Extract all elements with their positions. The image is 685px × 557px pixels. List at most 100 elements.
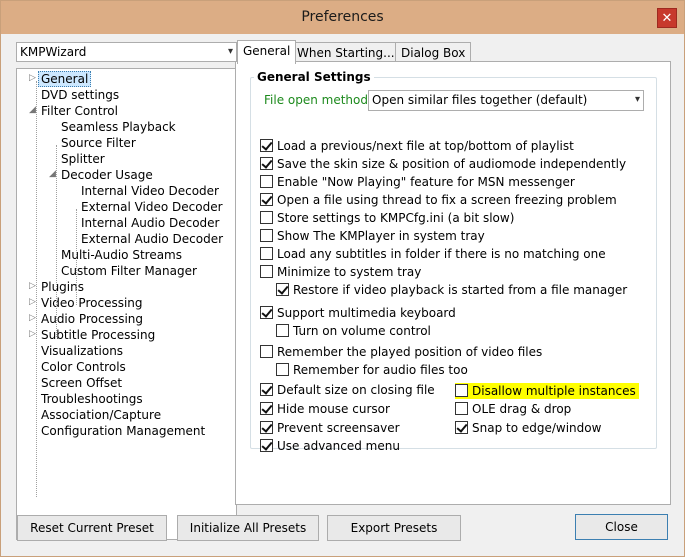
chevron-down-icon: ▾	[634, 94, 640, 105]
unchecked-box-icon[interactable]	[260, 229, 273, 242]
group-title: General Settings	[254, 70, 374, 84]
collapsed-arrow-icon[interactable]: ▷	[29, 73, 36, 83]
tree-item[interactable]: External Audio Decoder	[81, 231, 223, 247]
option-label: Load any subtitles in folder if there is…	[277, 247, 606, 261]
tree-item[interactable]: Internal Audio Decoder	[81, 215, 219, 231]
checked-box-icon[interactable]	[260, 439, 273, 452]
tree-item[interactable]: Seamless Playback	[61, 119, 176, 135]
preset-select[interactable]: KMPWizard ▾	[16, 42, 237, 62]
option-checkbox[interactable]: Use advanced menu	[260, 438, 400, 454]
checked-box-icon[interactable]	[260, 402, 273, 415]
tree-item[interactable]: Visualizations	[41, 343, 123, 359]
export-presets-button[interactable]: Export Presets	[327, 515, 461, 541]
option-checkbox[interactable]: Support multimedia keyboard	[260, 305, 456, 321]
tab-panel-general: General Settings File open method: Open …	[235, 61, 671, 505]
option-label: Load a previous/next file at top/bottom …	[277, 139, 574, 153]
option-checkbox[interactable]: Remember the played position of video fi…	[260, 344, 542, 360]
option-label: Turn on volume control	[293, 324, 431, 338]
option-checkbox[interactable]: Enable "Now Playing" feature for MSN mes…	[260, 174, 575, 190]
option-checkbox[interactable]: Show The KMPlayer in system tray	[260, 228, 485, 244]
tree-item[interactable]: Internal Video Decoder	[81, 183, 219, 199]
option-checkbox[interactable]: Store settings to KMPCfg.ini (a bit slow…	[260, 210, 514, 226]
unchecked-box-icon[interactable]	[455, 402, 468, 415]
file-open-method-label: File open method:	[264, 93, 373, 107]
tree-connector	[36, 81, 37, 497]
option-label: Snap to edge/window	[472, 421, 602, 435]
tab-label: Dialog Box	[401, 46, 466, 60]
expanded-arrow-icon[interactable]: ◢	[49, 169, 56, 179]
option-label: Hide mouse cursor	[277, 402, 390, 416]
tab-general[interactable]: General	[237, 40, 297, 64]
tree-item[interactable]: Source Filter	[61, 135, 136, 151]
checked-box-icon[interactable]	[260, 383, 273, 396]
checked-box-icon[interactable]	[260, 139, 273, 152]
option-label: Default size on closing file	[277, 383, 435, 397]
checked-box-icon[interactable]	[276, 283, 289, 296]
option-checkbox[interactable]: Turn on volume control	[276, 323, 431, 339]
option-checkbox[interactable]: OLE drag & drop	[455, 401, 571, 417]
tree-item[interactable]: Association/Capture	[41, 407, 161, 423]
window-title: Preferences	[301, 9, 384, 25]
option-label: Minimize to system tray	[277, 265, 422, 279]
option-checkbox[interactable]: Prevent screensaver	[260, 420, 400, 436]
collapsed-arrow-icon[interactable]: ▷	[29, 281, 36, 291]
tree-item[interactable]: DVD settings	[41, 87, 119, 103]
option-checkbox[interactable]: Load a previous/next file at top/bottom …	[260, 138, 574, 154]
close-button[interactable]: Close	[575, 514, 668, 540]
option-checkbox[interactable]: Minimize to system tray	[260, 264, 421, 280]
option-checkbox[interactable]: Remember for audio files too	[276, 362, 468, 378]
initialize-presets-button[interactable]: Initialize All Presets	[177, 515, 319, 541]
tree-item[interactable]: Custom Filter Manager	[61, 263, 197, 279]
title-bar[interactable]: Preferences ✕	[1, 1, 684, 34]
tab-label: When Starting...	[297, 46, 395, 60]
option-label: Save the skin size & position of audiomo…	[277, 157, 627, 171]
checked-box-icon[interactable]	[260, 157, 273, 170]
tree-item[interactable]: Splitter	[61, 151, 105, 167]
option-checkbox[interactable]: Snap to edge/window	[455, 420, 601, 436]
tree-item[interactable]: Screen Offset	[41, 375, 122, 391]
expanded-arrow-icon[interactable]: ◢	[29, 105, 36, 115]
checked-box-icon[interactable]	[260, 306, 273, 319]
window-close-icon[interactable]: ✕	[657, 8, 677, 28]
unchecked-box-icon[interactable]	[260, 175, 273, 188]
tree-item[interactable]: Multi-Audio Streams	[61, 247, 182, 263]
unchecked-box-icon[interactable]	[260, 345, 273, 358]
option-checkbox[interactable]: Default size on closing file	[260, 382, 435, 398]
option-label: Disallow multiple instances	[472, 384, 636, 398]
tree-item[interactable]: Filter Control	[41, 103, 118, 119]
unchecked-box-icon[interactable]	[260, 247, 273, 260]
tree-item[interactable]: Configuration Management	[41, 423, 205, 439]
tree-item[interactable]: Plugins	[41, 279, 84, 295]
option-label: Prevent screensaver	[277, 421, 400, 435]
tree-item[interactable]: General	[38, 71, 92, 87]
tree-item[interactable]: Decoder Usage	[61, 167, 153, 183]
dialog-client: KMPWizard ▾ ▷ General DVD settings ◢ Filter …	[8, 34, 677, 550]
collapsed-arrow-icon[interactable]: ▷	[29, 297, 36, 307]
option-label: Remember for audio files too	[293, 363, 468, 377]
option-checkbox[interactable]: Disallow multiple instances	[455, 383, 639, 399]
option-label: Open a file using thread to fix a screen…	[277, 193, 617, 207]
reset-preset-button[interactable]: Reset Current Preset	[17, 515, 167, 541]
tree-item[interactable]: Troubleshootings	[41, 391, 143, 407]
checked-box-icon[interactable]	[455, 421, 468, 434]
unchecked-box-icon[interactable]	[455, 384, 468, 397]
option-checkbox[interactable]: Hide mouse cursor	[260, 401, 390, 417]
checked-box-icon[interactable]	[260, 193, 273, 206]
option-checkbox[interactable]: Save the skin size & position of audiomo…	[260, 156, 626, 172]
checked-box-icon[interactable]	[260, 421, 273, 434]
unchecked-box-icon[interactable]	[260, 211, 273, 224]
collapsed-arrow-icon[interactable]: ▷	[29, 313, 36, 323]
collapsed-arrow-icon[interactable]: ▷	[29, 329, 36, 339]
option-checkbox[interactable]: Restore if video playback is started fro…	[276, 282, 627, 298]
tree-connector	[76, 209, 77, 305]
tree-item[interactable]: Color Controls	[41, 359, 126, 375]
unchecked-box-icon[interactable]	[260, 265, 273, 278]
option-checkbox[interactable]: Load any subtitles in folder if there is…	[260, 246, 606, 262]
option-checkbox[interactable]: Open a file using thread to fix a screen…	[260, 192, 617, 208]
unchecked-box-icon[interactable]	[276, 324, 289, 337]
settings-tree[interactable]: ▷ General DVD settings ◢ Filter Control Seaml…	[16, 68, 237, 540]
tree-item[interactable]: External Video Decoder	[81, 199, 223, 215]
unchecked-box-icon[interactable]	[276, 363, 289, 376]
tree-item[interactable]: Subtitle Processing	[41, 327, 155, 343]
file-open-method-select[interactable]: Open similar files together (default) ▾	[368, 90, 644, 111]
